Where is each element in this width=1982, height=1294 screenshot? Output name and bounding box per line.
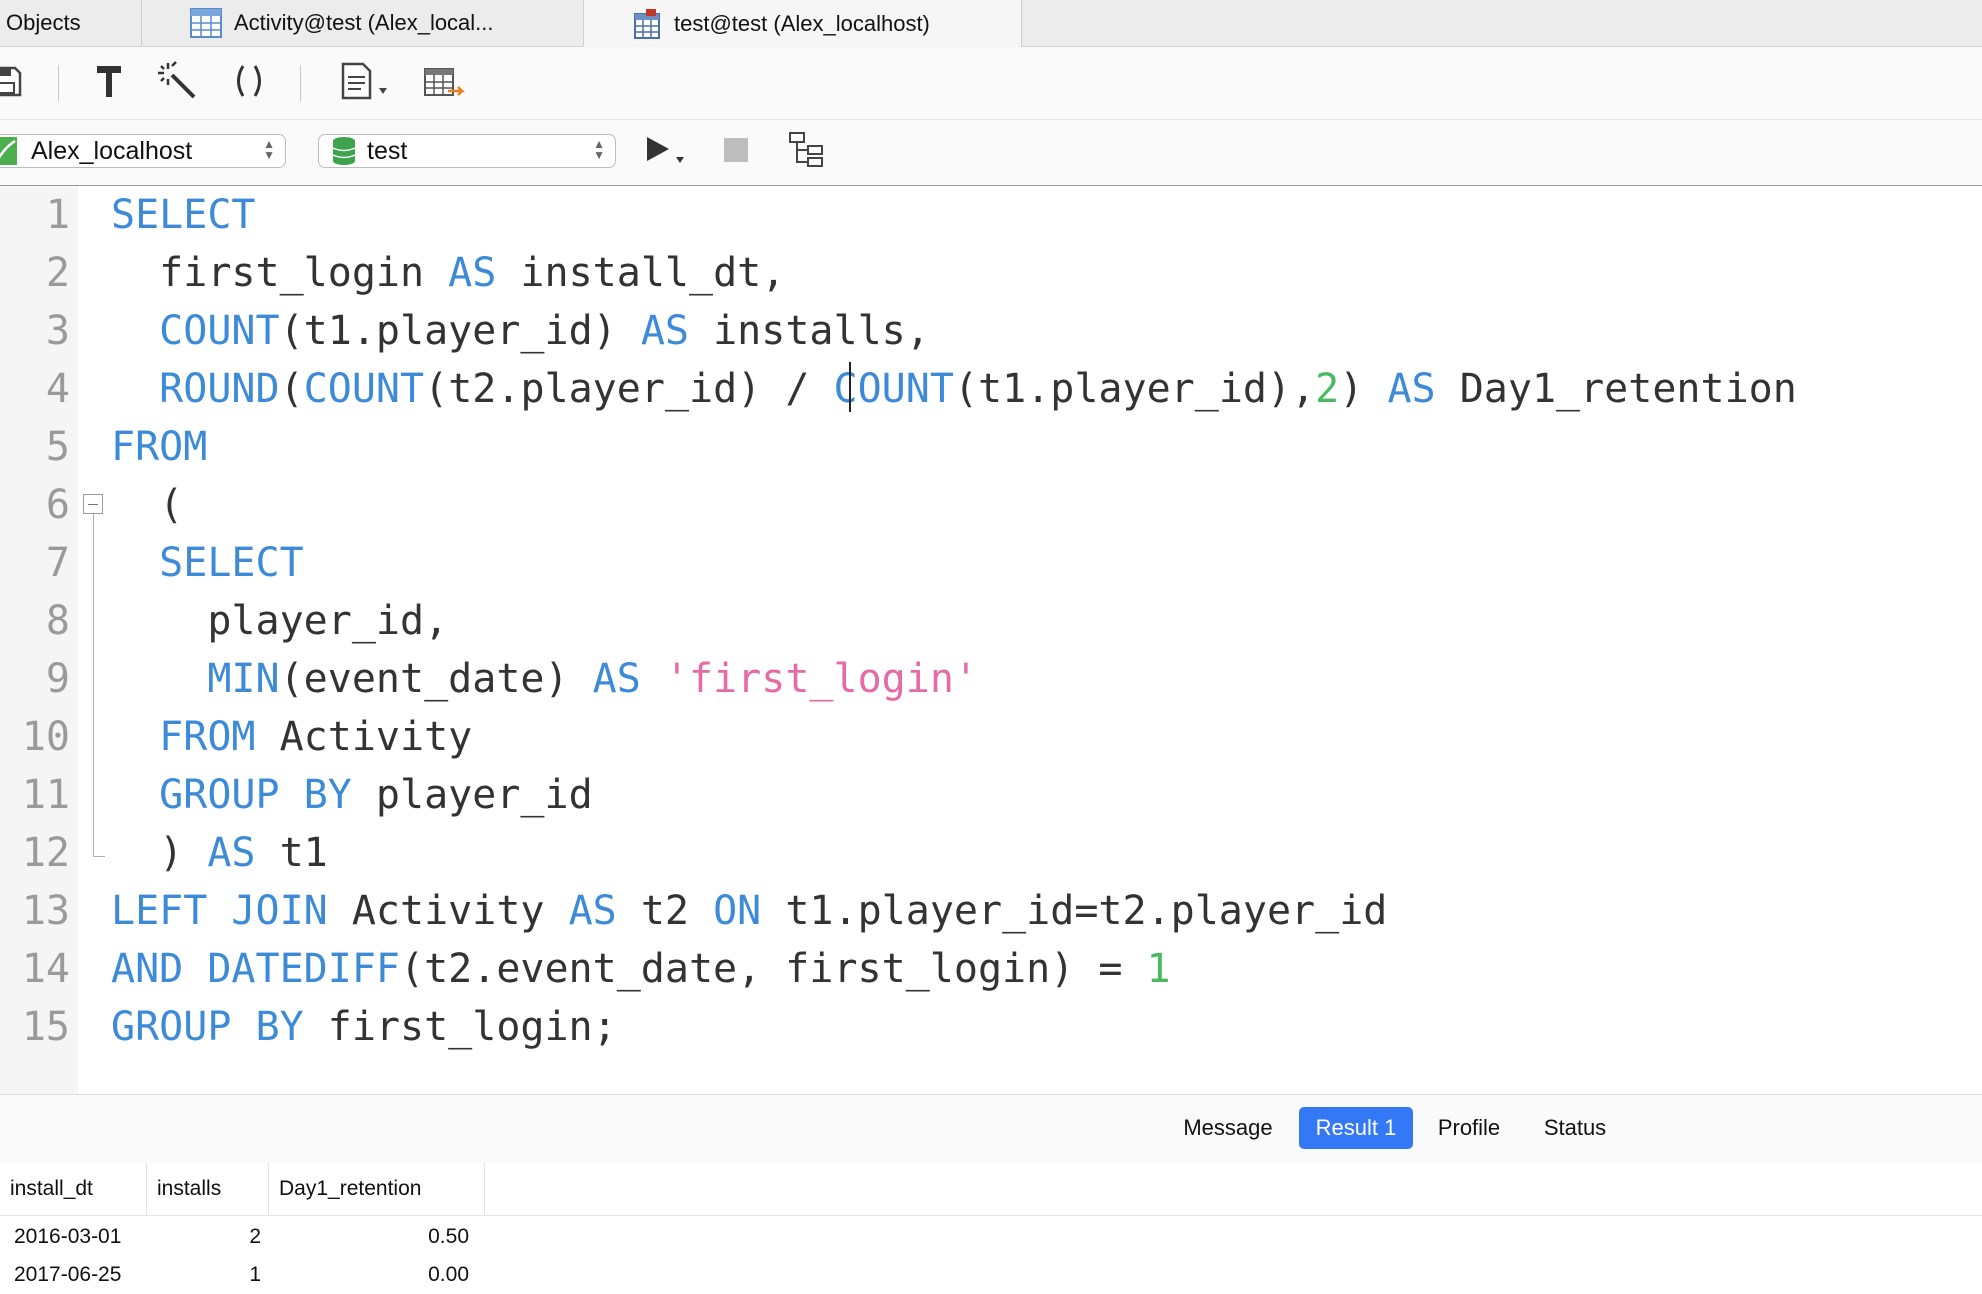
parentheses-icon bbox=[232, 63, 266, 104]
line-number: 5 bbox=[45, 424, 70, 470]
connection-bar: Alex_localhost ▲ ▼ test ▲ ▼ bbox=[0, 120, 1982, 186]
tab-label: Result 1 bbox=[1315, 1115, 1397, 1140]
line-number: 12 bbox=[21, 830, 70, 876]
tab-query-test[interactable]: test@test (Alex_localhost) bbox=[584, 0, 1022, 47]
code-line: FROM Activity bbox=[159, 714, 473, 760]
code-line: ) AS t1 bbox=[111, 830, 328, 876]
tab-label: Profile bbox=[1437, 1115, 1501, 1140]
code-line: LEFT JOIN Activity AS t2 ON t1.player_id… bbox=[111, 888, 1388, 934]
grid-header: install_dt installs Day1_retention bbox=[0, 1163, 1982, 1216]
line-number: 4 bbox=[45, 366, 70, 412]
code-line: ( bbox=[111, 482, 184, 528]
parentheses-button[interactable] bbox=[229, 63, 269, 103]
sql-editor[interactable]: 1 2 3 4 5 6 7 8 9 10 11 12 13 14 15 SELE… bbox=[0, 186, 1982, 1094]
fold-guide-end bbox=[93, 856, 105, 857]
table-cell[interactable]: 2017-06-25 bbox=[14, 1256, 144, 1294]
snippet-button[interactable] bbox=[336, 61, 394, 106]
table-cell[interactable]: 1 bbox=[147, 1256, 261, 1294]
stop-icon bbox=[722, 136, 750, 169]
tab-label: Message bbox=[1183, 1115, 1273, 1140]
run-button[interactable] bbox=[642, 134, 690, 170]
connection-select[interactable]: Alex_localhost ▲ ▼ bbox=[0, 134, 286, 168]
chevron-updown-icon: ▲ ▼ bbox=[593, 137, 605, 162]
table-icon bbox=[190, 8, 222, 38]
column-label: Day1_retention bbox=[279, 1177, 422, 1200]
tab-result-1[interactable]: Result 1 bbox=[1299, 1107, 1413, 1149]
chevron-updown-icon: ▲ ▼ bbox=[263, 137, 275, 162]
line-number: 11 bbox=[21, 772, 70, 818]
code-line: ROUND(COUNT(t2.player_id) / COUNT(t1.pla… bbox=[159, 366, 1797, 412]
code-line: COUNT(t1.player_id) AS installs, bbox=[159, 308, 930, 354]
line-number-gutter: 1 2 3 4 5 6 7 8 9 10 11 12 13 14 15 bbox=[0, 186, 78, 1094]
table-export-icon bbox=[422, 61, 466, 106]
line-number: 10 bbox=[21, 714, 70, 760]
database-name: test bbox=[367, 136, 408, 165]
table-cell[interactable]: 0.00 bbox=[269, 1256, 469, 1294]
table-cell[interactable]: 2016-03-01 bbox=[14, 1218, 144, 1256]
database-select[interactable]: test ▲ ▼ bbox=[318, 134, 616, 168]
format-hammer-icon bbox=[92, 62, 126, 105]
code-line: first_login AS install_dt, bbox=[111, 250, 786, 296]
save-icon bbox=[0, 64, 23, 103]
tab-message[interactable]: Message bbox=[1170, 1107, 1286, 1149]
line-number: 9 bbox=[45, 656, 70, 702]
code-line: player_id, bbox=[111, 598, 449, 644]
tab-label: Status bbox=[1543, 1115, 1607, 1140]
toolbar-separator bbox=[58, 65, 59, 101]
database-icon bbox=[331, 136, 357, 166]
line-number: 1 bbox=[45, 192, 70, 238]
line-number: 8 bbox=[45, 598, 70, 644]
column-label: install_dt bbox=[10, 1177, 93, 1200]
connection-name: Alex_localhost bbox=[31, 136, 193, 165]
line-number: 2 bbox=[45, 250, 70, 296]
beautify-button[interactable] bbox=[158, 60, 198, 106]
column-header-day1-retention[interactable]: Day1_retention bbox=[269, 1163, 485, 1215]
line-number: 14 bbox=[21, 946, 70, 992]
tab-bar: Objects Activity@test (Alex_local... tes… bbox=[0, 0, 1982, 47]
tab-activity-table[interactable]: Activity@test (Alex_local... bbox=[142, 0, 584, 46]
tab-label: test@test (Alex_localhost) bbox=[674, 10, 930, 36]
tab-status[interactable]: Status bbox=[1530, 1107, 1620, 1149]
beautify-wand-icon bbox=[158, 60, 198, 106]
result-tab-bar: Message Result 1 Profile Status bbox=[0, 1094, 1982, 1164]
tab-label: Objects bbox=[6, 10, 81, 35]
toolbar-separator bbox=[300, 65, 301, 101]
export-button[interactable] bbox=[422, 63, 466, 103]
format-button[interactable] bbox=[89, 63, 129, 103]
editor-toolbar bbox=[0, 47, 1982, 120]
code-line: AND DATEDIFF(t2.event_date, first_login)… bbox=[111, 946, 1171, 992]
tab-objects[interactable]: Objects bbox=[0, 0, 142, 46]
query-icon bbox=[630, 8, 662, 40]
line-number: 3 bbox=[45, 308, 70, 354]
line-number: 6 bbox=[45, 482, 70, 528]
connection-icon bbox=[0, 137, 21, 165]
code-line: GROUP BY player_id bbox=[159, 772, 593, 818]
column-label: installs bbox=[157, 1177, 222, 1200]
fold-guide bbox=[93, 514, 94, 856]
line-number: 13 bbox=[21, 888, 70, 934]
column-header-install-dt[interactable]: install_dt bbox=[0, 1163, 147, 1215]
tab-label: Activity@test (Alex_local... bbox=[234, 10, 494, 35]
line-number: 15 bbox=[21, 1004, 70, 1050]
table-cell[interactable]: 0.50 bbox=[269, 1218, 469, 1256]
table-cell[interactable]: 2 bbox=[147, 1218, 261, 1256]
code-line: SELECT bbox=[111, 192, 256, 238]
fold-toggle[interactable] bbox=[83, 494, 103, 514]
explain-button[interactable] bbox=[786, 131, 830, 174]
code-line: SELECT bbox=[159, 540, 304, 586]
snippet-document-icon bbox=[337, 61, 393, 106]
result-grid[interactable]: install_dt installs Day1_retention 2016-… bbox=[0, 1163, 1982, 1286]
tab-profile[interactable]: Profile bbox=[1424, 1107, 1514, 1149]
explain-tree-icon bbox=[788, 131, 828, 174]
stop-button[interactable] bbox=[716, 134, 756, 170]
play-icon bbox=[643, 133, 689, 172]
line-number: 7 bbox=[45, 540, 70, 586]
code-line: MIN(event_date) AS 'first_login' bbox=[207, 656, 978, 702]
code-line: FROM bbox=[111, 424, 208, 470]
text-cursor bbox=[849, 362, 851, 412]
code-line: GROUP BY first_login; bbox=[111, 1004, 617, 1050]
column-header-installs[interactable]: installs bbox=[147, 1163, 269, 1215]
save-button[interactable] bbox=[0, 63, 26, 103]
